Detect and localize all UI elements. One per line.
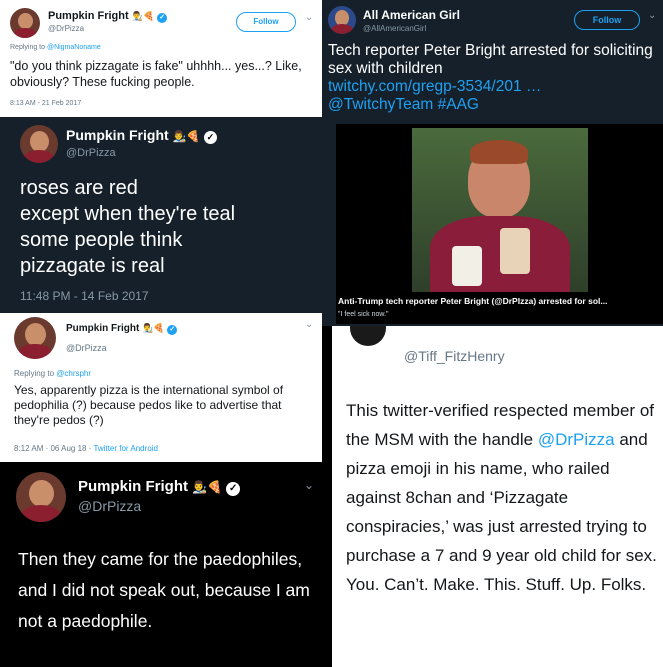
tweet-timestamp[interactable]: 8:13 AM - 21 Feb 2017 <box>10 100 81 107</box>
follow-button[interactable]: Follow <box>574 10 640 30</box>
author-handle: @AllAmericanGirl <box>363 24 427 33</box>
name-emojis: 👨‍🎨🍕 <box>131 11 155 21</box>
tweet-mention-tags[interactable]: @TwitchyTeam #AAG <box>328 96 660 114</box>
author-handle: @DrPizza <box>48 24 85 33</box>
follow-button[interactable]: Follow <box>236 12 296 32</box>
author-name-row[interactable]: Pumpkin Fright 👨‍🎨🍕 ✓ <box>78 478 241 496</box>
tweet-text: roses are red except when they're teal s… <box>20 175 235 279</box>
author-handle: @DrPizza <box>66 343 107 353</box>
poem-line: some people think <box>20 229 183 251</box>
tweet-text-after: and pizza emoji in his name, who railed … <box>346 430 657 594</box>
verified-badge-icon: ✓ <box>167 325 178 335</box>
name-emojis: 👨‍🎨🍕 <box>142 323 165 333</box>
tweet-pumpkin-pizza-symbol: Pumpkin Fright 👨‍🎨🍕 ✓ @DrPizza ⌄ Replyin… <box>0 313 322 462</box>
card-image <box>412 128 588 292</box>
avatar[interactable] <box>10 8 40 38</box>
author-name[interactable]: All American Girl <box>363 8 460 22</box>
tweet-pumpkin-paedophiles: Pumpkin Fright 👨‍🎨🍕 ✓ @DrPizza ⌄ Then th… <box>0 462 322 667</box>
chevron-down-icon[interactable]: ⌄ <box>305 12 313 23</box>
link-card[interactable]: Anti-Trump tech reporter Peter Bright (@… <box>336 124 663 324</box>
tweet-pumpkin-poem: Pumpkin Fright 👨‍🎨🍕 ✓ @DrPizza roses are… <box>0 117 322 313</box>
tweet-timestamp[interactable]: 8:12 AM · 06 Aug 18 · <box>14 444 93 453</box>
avatar[interactable] <box>16 472 66 522</box>
avatar[interactable] <box>350 326 386 346</box>
replying-prefix: Replying to <box>10 44 47 51</box>
drink-cup-icon <box>452 246 482 286</box>
replying-mention[interactable]: @chrsphr <box>56 369 91 378</box>
card-subtitle: "I feel sick now." <box>338 311 389 318</box>
tweet-text: Yes, apparently pizza is the internation… <box>14 383 284 427</box>
avatar[interactable] <box>20 125 58 163</box>
drink-cup-icon <box>500 228 530 274</box>
poem-line: except when they're teal <box>20 203 236 225</box>
name-emojis: 👨‍🎨🍕 <box>172 131 200 143</box>
tweet-pumpkin-pizzagate-fake: Pumpkin Fright 👨‍🎨🍕 ✓ @DrPizza Follow ⌄ … <box>0 0 322 117</box>
tweet-link[interactable]: twitchy.com/gregp-3534/201 … <box>328 78 660 96</box>
replying-mention[interactable]: @NigmaNoname <box>47 44 101 51</box>
avatar[interactable] <box>14 317 56 359</box>
author-handle: @Tiff_FitzHenry <box>404 348 505 364</box>
author-name: Pumpkin Fright <box>66 127 169 143</box>
poem-line: roses are red <box>20 177 138 199</box>
replying-to: Replying to @NigmaNoname <box>10 44 101 51</box>
verified-badge-icon: ✓ <box>226 482 241 496</box>
author-name: Pumpkin Fright <box>48 10 129 22</box>
tweet-text: This twitter-verified respected member o… <box>346 396 663 599</box>
chevron-down-icon[interactable]: ⌄ <box>648 10 656 21</box>
tweet-tiff-fitzhenry: @Tiff_FitzHenry This twitter-verified re… <box>322 326 663 667</box>
tweet-body: Tech reporter Peter Bright arrested for … <box>328 42 660 114</box>
avatar[interactable] <box>328 6 356 34</box>
tweet-text: Tech reporter Peter Bright arrested for … <box>328 42 653 77</box>
tweet-mention[interactable]: @DrPizza <box>538 430 615 449</box>
author-handle: @DrPizza <box>66 147 116 159</box>
tweet-text: "do you think pizzagate is fake" uhhhh..… <box>10 59 302 89</box>
poem-line: pizzagate is real <box>20 255 165 277</box>
author-name: Pumpkin Fright <box>66 323 140 334</box>
tweet-meta: 8:12 AM · 06 Aug 18 · Twitter for Androi… <box>14 444 158 453</box>
verified-badge-icon: ✓ <box>157 13 168 23</box>
author-name-row[interactable]: Pumpkin Fright 👨‍🎨🍕 ✓ <box>66 127 217 144</box>
tweet-all-american-girl: All American Girl @AllAmericanGirl Follo… <box>322 0 663 326</box>
name-emojis: 👨‍🎨🍕 <box>192 480 223 494</box>
tweet-text: Then they came for the paedophiles, and … <box>18 549 310 631</box>
author-name-row[interactable]: Pumpkin Fright 👨‍🎨🍕 ✓ <box>66 323 178 335</box>
verified-badge-icon: ✓ <box>203 131 217 144</box>
tweet-client-link[interactable]: Twitter for Android <box>93 444 157 453</box>
replying-prefix: Replying to <box>14 369 57 378</box>
card-title: Anti-Trump tech reporter Peter Bright (@… <box>338 296 608 306</box>
tweet-timestamp[interactable]: 11:48 PM - 14 Feb 2017 <box>20 289 149 303</box>
author-handle: @DrPizza <box>78 498 142 514</box>
author-name: Pumpkin Fright <box>78 478 188 495</box>
author-name-row[interactable]: Pumpkin Fright 👨‍🎨🍕 ✓ <box>48 10 168 23</box>
chevron-down-icon[interactable]: ⌄ <box>304 478 314 492</box>
person-hair <box>470 140 528 164</box>
chevron-down-icon[interactable]: ⌄ <box>305 319 313 330</box>
replying-to: Replying to @chrsphr <box>14 369 91 378</box>
